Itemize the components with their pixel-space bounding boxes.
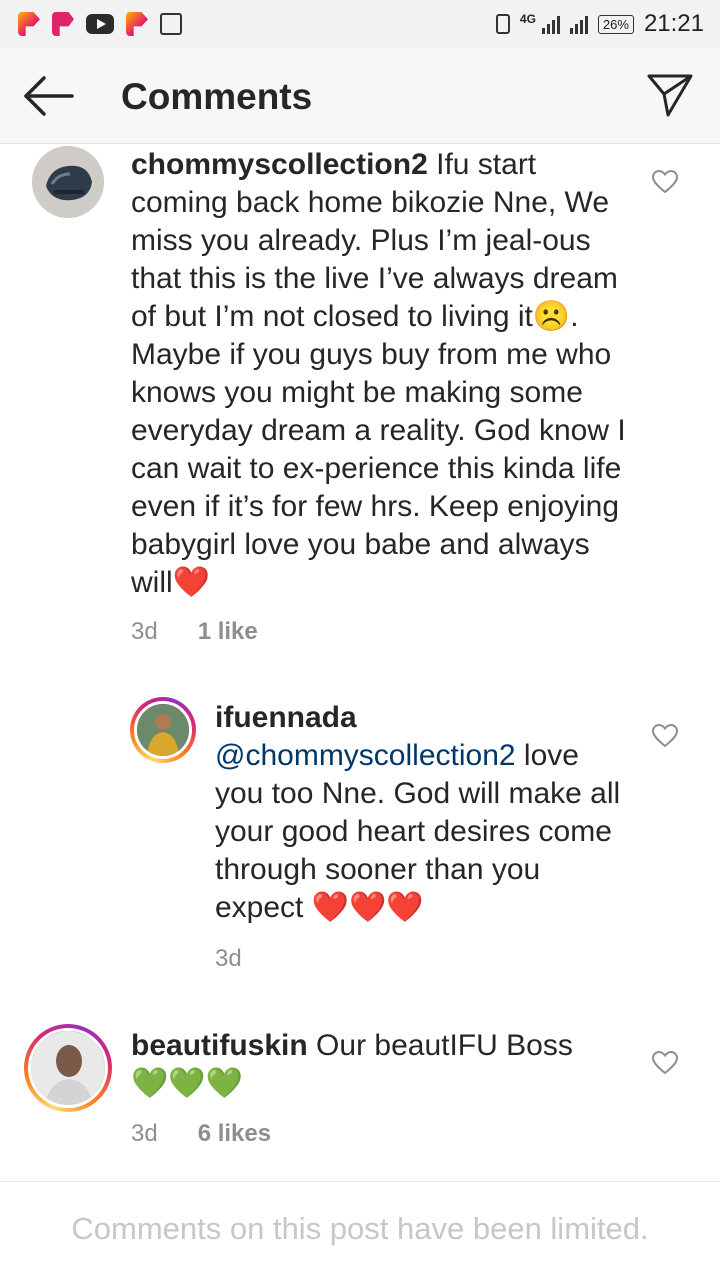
comment-time: 3d — [131, 1120, 158, 1147]
app-notification-icon — [126, 12, 148, 36]
reply-meta: 3d — [215, 945, 242, 973]
comment-meta: 3d 6 likes — [131, 1120, 271, 1148]
page-title: Comments — [121, 76, 313, 117]
back-button[interactable] — [22, 74, 74, 118]
footer-divider — [0, 1181, 720, 1182]
avatar-photo — [134, 701, 192, 759]
arrow-left-icon — [24, 76, 74, 116]
clock: 21:21 — [643, 10, 704, 37]
app-header: Comments — [0, 48, 720, 144]
comment-body: beautifuskin Our beautIFU Boss 💚💚💚 — [131, 1027, 611, 1103]
avatar[interactable] — [32, 146, 104, 218]
status-bar: 4G 26% 21:21 — [0, 0, 720, 48]
system-status: 4G 26% 21:21 — [495, 10, 704, 38]
comment-time: 3d — [131, 618, 158, 645]
avatar-photo — [28, 1028, 108, 1108]
like-button[interactable] — [651, 1050, 679, 1075]
reply-username[interactable]: ifuennada — [215, 699, 635, 737]
reply-time: 3d — [215, 945, 242, 972]
comment-meta: 3d 1 like — [131, 618, 258, 646]
app-notification-icon — [18, 12, 40, 36]
paper-plane-icon — [647, 74, 693, 117]
vibrate-icon — [495, 14, 510, 34]
person-photo — [31, 1031, 105, 1105]
comments-limited-notice: Comments on this post have been limited. — [71, 1211, 649, 1246]
gallery-icon — [160, 13, 182, 35]
person-photo — [137, 704, 189, 756]
handbag-photo — [32, 146, 104, 218]
battery-indicator: 26% — [597, 14, 634, 34]
comment-username[interactable]: beautifuskin — [131, 1029, 308, 1062]
comment-text: Ifu start coming back home bikozie Nne, … — [131, 148, 626, 599]
like-button[interactable] — [651, 723, 679, 748]
notification-icons — [18, 12, 182, 36]
heart-outline-icon — [651, 723, 679, 748]
comment-likes[interactable]: 6 likes — [198, 1120, 271, 1148]
avatar[interactable] — [130, 697, 196, 763]
like-button[interactable] — [651, 169, 679, 194]
comment-body: chommyscollection2 Ifu start coming back… — [131, 146, 631, 602]
comment-username[interactable]: chommyscollection2 — [131, 148, 428, 181]
app-notification-icon — [52, 12, 74, 36]
signal-icon — [541, 14, 560, 34]
network-type: 4G — [519, 12, 536, 26]
heart-outline-icon — [651, 169, 679, 194]
share-button[interactable] — [646, 72, 694, 118]
reply-mention[interactable]: @chommyscollection2 — [215, 739, 516, 772]
comment-likes[interactable]: 1 like — [198, 618, 258, 646]
avatar[interactable] — [24, 1024, 112, 1112]
youtube-icon — [86, 14, 114, 34]
reply-body: ifuennada @chommyscollection2 love you t… — [215, 699, 635, 927]
heart-outline-icon — [651, 1050, 679, 1075]
signal-icon — [569, 14, 588, 34]
